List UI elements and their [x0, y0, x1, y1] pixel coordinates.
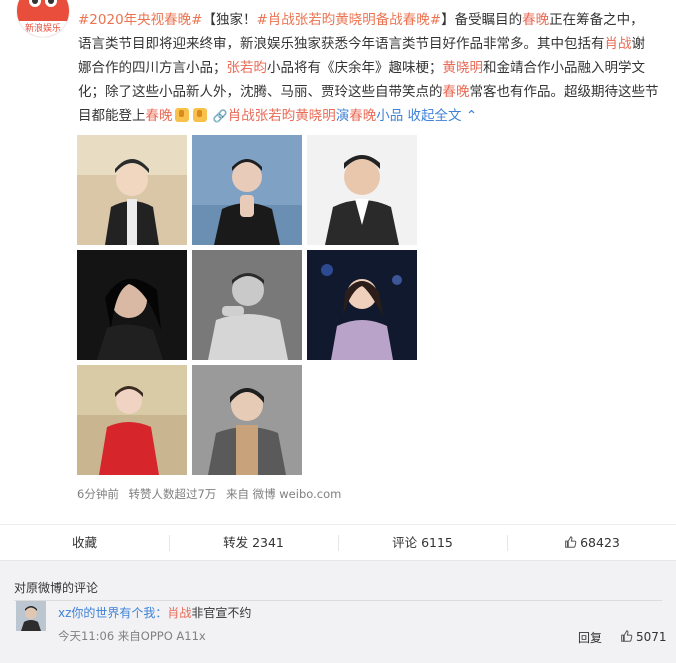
photo-7[interactable]	[77, 365, 187, 475]
collapse-button[interactable]: 收起全文 ⌃	[408, 108, 478, 124]
highlight-span: 黄晓明	[442, 60, 484, 76]
highlight-span: 春晚	[145, 108, 173, 124]
photo-8[interactable]	[192, 365, 302, 475]
highlight-span: 春晚	[522, 12, 550, 28]
action-bar: 收藏 转发 2341 评论 6115 68423	[0, 524, 676, 561]
photo-6[interactable]	[307, 250, 417, 360]
highlight-span: 春晚	[442, 84, 470, 100]
commenter-avatar[interactable]	[16, 601, 46, 631]
comment-highlight[interactable]: 肖战	[167, 606, 191, 620]
comment-button[interactable]: 评论 6115	[338, 525, 507, 561]
text-span: 】	[441, 12, 455, 28]
weibo-post: 新浪娱乐 #2020年央视春晚#【独家！#肖战张若昀黄晓明备战春晚#】备受瞩目的…	[0, 0, 676, 524]
post-meta: 6分钟前 转赞人数超过7万 来自 微博 weibo.com	[77, 486, 347, 502]
chevron-up-icon: ⌃	[461, 108, 478, 124]
photo-5[interactable]	[192, 250, 302, 360]
comment-body: xz你的世界有个我：肖战非官宣不约	[58, 604, 251, 621]
article-link[interactable]: 🔗肖战张若昀黄晓明演春晚小品	[213, 108, 403, 124]
text-span: 正在筹备之中，	[549, 12, 644, 28]
post-text: #2020年央视春晚#【独家！#肖战张若昀黄晓明备战春晚#】备受瞩目的春晚正在筹…	[78, 8, 666, 128]
photo-4[interactable]	[77, 250, 187, 360]
highlight-span: 肖战	[604, 36, 632, 52]
topic-link[interactable]: #2020年央视春晚#	[78, 12, 202, 28]
avatar-tag: 新浪娱乐	[17, 21, 69, 37]
like-button[interactable]: 68423	[507, 525, 676, 561]
photo-2[interactable]	[192, 135, 302, 245]
photo-1[interactable]	[77, 135, 187, 245]
topic-link-2[interactable]: #肖战张若昀黄晓明备战春晚#	[256, 12, 441, 28]
comments-divider	[14, 600, 662, 601]
comment-text: 非官宣不约	[191, 606, 252, 620]
text-span: 备受瞩目的	[454, 12, 523, 28]
repost-count-note: 转赞人数超过7万	[128, 487, 217, 501]
comment-like-button[interactable]: 5071	[619, 629, 667, 644]
reply-button[interactable]: 回复	[578, 629, 602, 646]
favorite-button[interactable]: 收藏	[0, 525, 169, 561]
like-icon	[565, 536, 577, 548]
comment-time: 今天11:06 来自OPPO A11x	[58, 629, 206, 643]
post-time[interactable]: 6分钟前	[77, 487, 119, 501]
text-span: 语言类节目即将迎来终审，新浪娱乐独家获悉今年语言类节目好作品非常多。其中包括有	[78, 36, 605, 52]
comments-section: 对原微博的评论 xz你的世界有个我：肖战非官宣不约 今天11:06 来自OPPO…	[0, 560, 676, 663]
repost-button[interactable]: 转发 2341	[169, 525, 338, 561]
thumbs-up-emoji-icon	[174, 108, 189, 122]
text-span: 小品将有《庆余年》趣味梗；	[267, 60, 443, 76]
author-avatar[interactable]: 新浪娱乐	[16, 0, 70, 38]
like-icon	[621, 630, 633, 642]
commenter-name[interactable]: xz你的世界有个我：	[58, 606, 167, 620]
avatar-eye-icon	[29, 0, 41, 7]
text-span: 谢	[631, 36, 646, 52]
photo-3[interactable]	[307, 135, 417, 245]
text-span: 【独家！	[202, 12, 257, 28]
comments-title: 对原微博的评论	[14, 581, 99, 595]
post-source[interactable]: 来自 微博 weibo.com	[226, 487, 341, 501]
highlight-span: 张若昀	[226, 60, 268, 76]
thumbs-up-emoji-icon	[192, 108, 207, 122]
avatar-eye-icon	[45, 0, 57, 7]
link-icon: 🔗	[212, 109, 228, 123]
text-span: 娜合作的四川方言小品；	[78, 60, 227, 76]
